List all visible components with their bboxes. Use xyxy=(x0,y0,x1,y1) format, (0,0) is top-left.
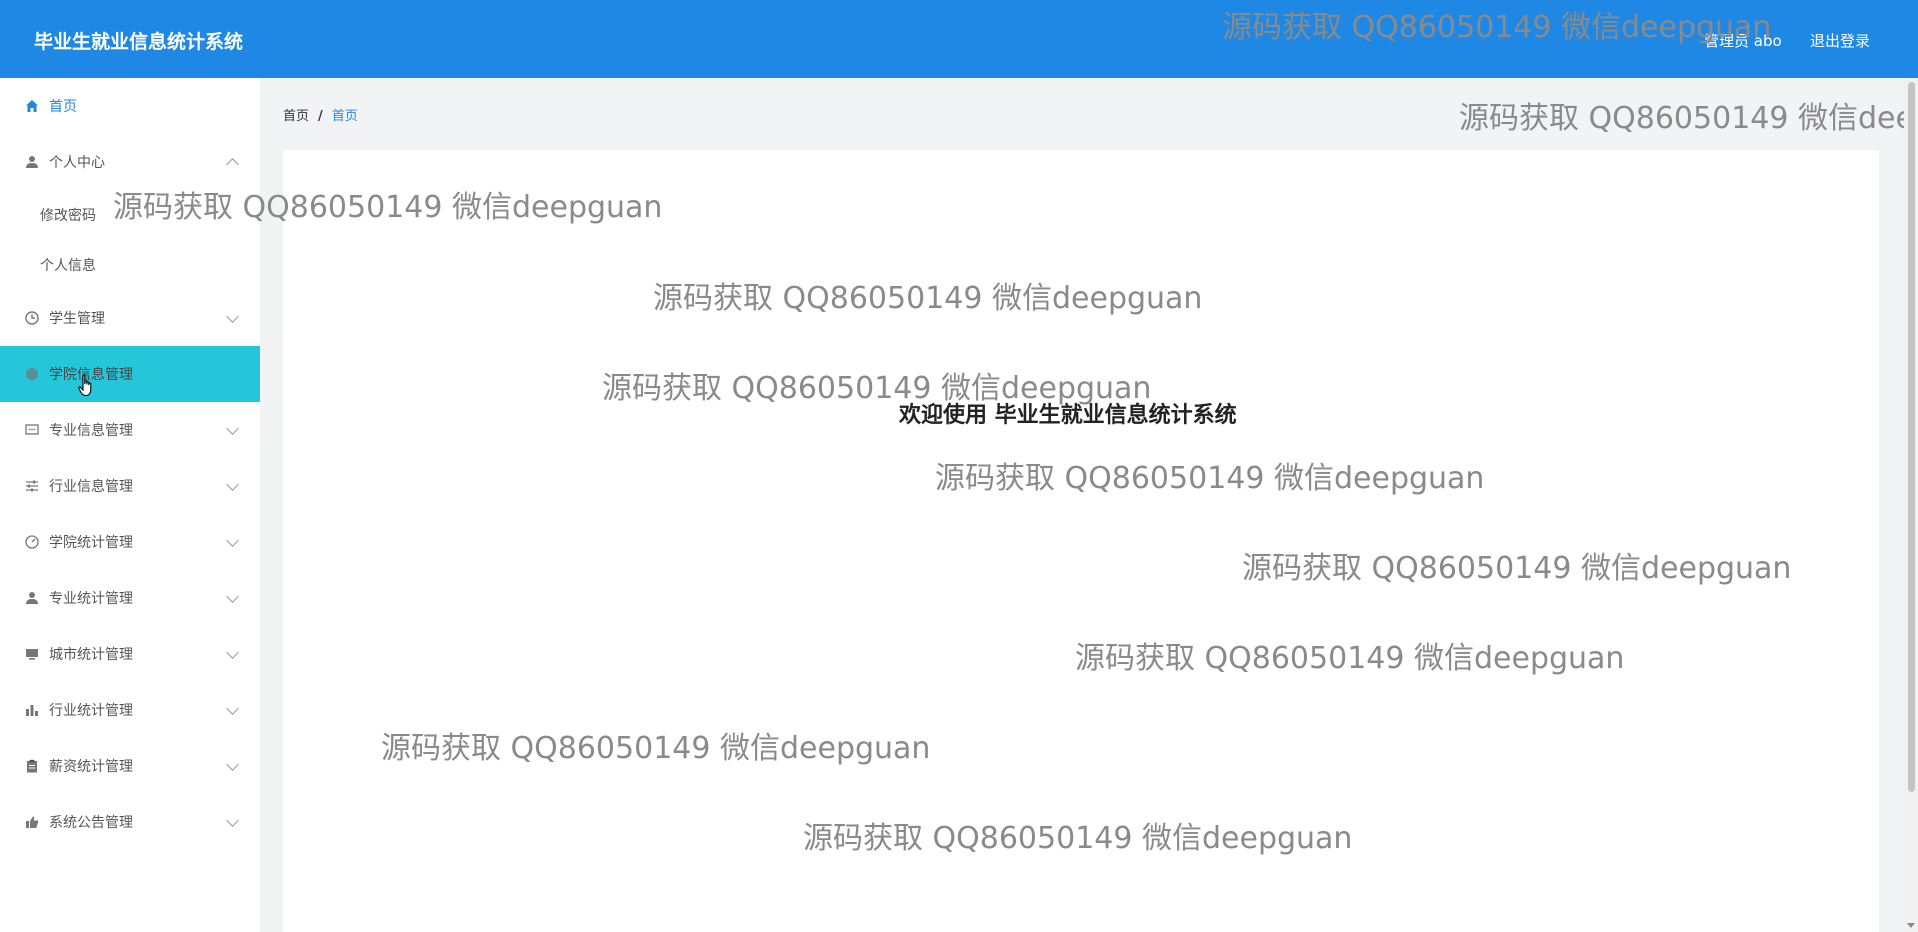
chevron-down-icon xyxy=(226,478,239,491)
sidebar-item-city-stats[interactable]: 城市统计管理 xyxy=(0,626,260,682)
sidebar-item-major-info[interactable]: 专业信息管理 xyxy=(0,402,260,458)
sidebar-item-college-info[interactable]: 学院信息管理 xyxy=(0,346,260,402)
monitor-icon xyxy=(24,646,40,662)
sidebar-item-label: 行业信息管理 xyxy=(49,479,133,495)
sidebar: 首页 个人中心 修改密码 个人信息 学生管理 学院信息管理 专业信息管理 行业信… xyxy=(0,78,260,932)
user-icon xyxy=(24,154,40,170)
sidebar-subitem-personal-info[interactable]: 个人信息 xyxy=(0,240,260,290)
sidebar-item-industry-stats[interactable]: 行业统计管理 xyxy=(0,682,260,738)
sidebar-item-industry-info[interactable]: 行业信息管理 xyxy=(0,458,260,514)
thumb-icon xyxy=(24,814,40,830)
chevron-down-icon xyxy=(226,814,239,827)
sidebar-subitem-change-password[interactable]: 修改密码 xyxy=(0,190,260,240)
sidebar-item-label: 首页 xyxy=(49,99,77,115)
sidebar-item-label: 系统公告管理 xyxy=(49,815,133,831)
circle-icon xyxy=(24,366,40,382)
chevron-down-icon xyxy=(226,758,239,771)
sidebar-item-personal-center[interactable]: 个人中心 xyxy=(0,134,260,190)
welcome-message: 欢迎使用 毕业生就业信息统计系统 xyxy=(899,403,1237,428)
sidebar-item-label: 专业统计管理 xyxy=(49,591,133,607)
user-icon xyxy=(24,590,40,606)
sidebar-subitem-label: 个人信息 xyxy=(40,258,96,274)
breadcrumb-separator: / xyxy=(318,109,323,124)
chevron-down-icon xyxy=(226,534,239,547)
chevron-down-icon xyxy=(226,310,239,323)
top-header: 毕业生就业信息统计系统 管理员 abo 退出登录 xyxy=(0,0,1918,78)
sidebar-item-home[interactable]: 首页 xyxy=(0,78,260,134)
scroll-down-arrow-icon[interactable] xyxy=(1907,923,1915,928)
sidebar-item-salary-stats[interactable]: 薪资统计管理 xyxy=(0,738,260,794)
sidebar-item-label: 城市统计管理 xyxy=(49,647,133,663)
sidebar-item-label: 薪资统计管理 xyxy=(49,759,133,775)
hand-cursor-icon xyxy=(78,374,96,402)
chevron-down-icon xyxy=(226,646,239,659)
breadcrumb-current: 首页 xyxy=(331,109,358,124)
chevron-down-icon xyxy=(226,422,239,435)
sidebar-item-label: 个人中心 xyxy=(49,155,105,171)
clock-icon xyxy=(24,310,40,326)
breadcrumb-root[interactable]: 首页 xyxy=(283,109,309,124)
sidebar-item-college-stats[interactable]: 学院统计管理 xyxy=(0,514,260,570)
breadcrumb: 首页 / 首页 xyxy=(283,105,358,124)
sidebar-item-student-management[interactable]: 学生管理 xyxy=(0,290,260,346)
chevron-down-icon xyxy=(226,590,239,603)
chat-icon xyxy=(24,422,40,438)
sidebar-item-label: 专业信息管理 xyxy=(49,423,133,439)
sidebar-item-announcements[interactable]: 系统公告管理 xyxy=(0,794,260,850)
home-icon xyxy=(24,98,40,114)
sidebar-item-label: 学院统计管理 xyxy=(49,535,133,551)
scrollbar-thumb[interactable] xyxy=(1908,82,1915,792)
sliders-icon xyxy=(24,478,40,494)
chevron-down-icon xyxy=(226,702,239,715)
gauge-icon xyxy=(24,534,40,550)
logout-button[interactable]: 退出登录 xyxy=(1810,30,1870,51)
chevron-up-icon xyxy=(226,158,239,171)
sidebar-subitem-label: 修改密码 xyxy=(40,208,96,224)
current-user-label: 管理员 abo xyxy=(1704,32,1782,50)
clipboard-icon xyxy=(24,758,40,774)
main-card xyxy=(283,150,1879,932)
chevron-down-icon xyxy=(226,366,239,379)
sidebar-item-label: 学生管理 xyxy=(49,311,105,327)
bar-chart-icon xyxy=(24,702,40,718)
app-title: 毕业生就业信息统计系统 xyxy=(34,31,244,53)
sidebar-item-label: 行业统计管理 xyxy=(49,703,133,719)
vertical-scrollbar[interactable] xyxy=(1904,78,1918,932)
sidebar-item-major-stats[interactable]: 专业统计管理 xyxy=(0,570,260,626)
